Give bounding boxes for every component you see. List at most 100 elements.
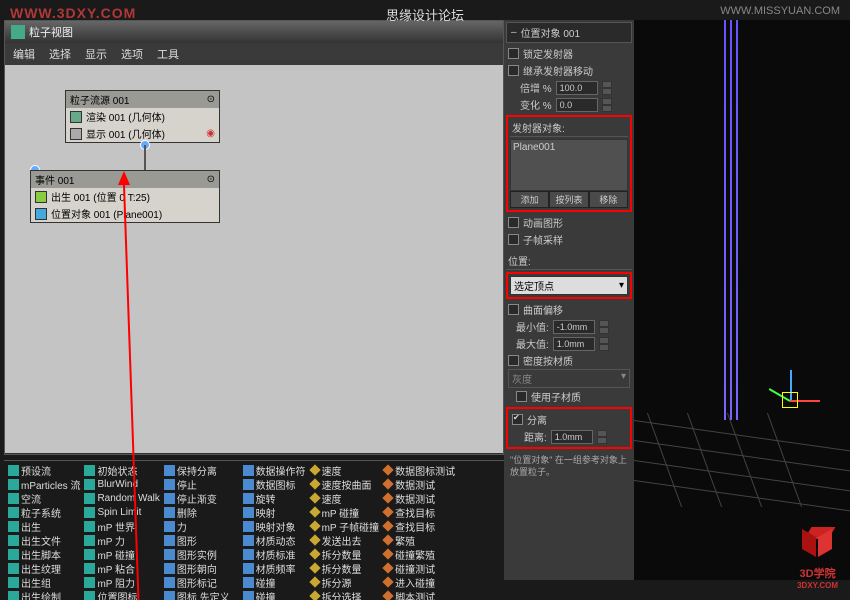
depot-item[interactable]: 材质标准 xyxy=(241,547,308,561)
depot-item[interactable]: 数据图标测试 xyxy=(381,463,457,477)
menubar[interactable]: 编辑 选择 显示 选项 工具 xyxy=(5,43,503,65)
render-operator[interactable]: 渲染 001 (几何体) xyxy=(66,108,219,125)
menu-tools[interactable]: 工具 xyxy=(157,46,179,62)
depot-item[interactable]: 粒子系统 xyxy=(6,505,82,519)
depot-item[interactable]: 出生 xyxy=(6,519,82,533)
depot-item[interactable]: mP 子帧碰撞 xyxy=(308,519,382,533)
birth-operator[interactable]: 出生 001 (位置 0 T:25) xyxy=(31,188,219,205)
operator-depot[interactable]: 预设流mParticles 流空流粒子系统出生出生文件出生脚本出生纹理出生组出生… xyxy=(4,460,504,600)
depot-item[interactable]: 力 xyxy=(162,519,241,533)
window-titlebar[interactable]: 粒子视图 xyxy=(5,21,503,43)
depot-item[interactable]: 脚本测试 xyxy=(381,589,457,600)
inherit-move-checkbox[interactable] xyxy=(508,65,519,76)
sub-sample-checkbox[interactable] xyxy=(508,234,519,245)
depot-item[interactable]: 出生组 xyxy=(6,575,82,589)
depot-item[interactable]: 速度按曲面 xyxy=(308,477,382,491)
depot-item[interactable]: 碰撞繁殖 xyxy=(381,547,457,561)
var-spinner[interactable]: 0.0 xyxy=(556,98,598,112)
depot-item[interactable]: 映射 xyxy=(241,505,308,519)
depot-item[interactable]: mP 碰撞 xyxy=(82,547,161,561)
depot-item[interactable]: 数据图标 xyxy=(241,477,308,491)
depot-item[interactable]: 出生脚本 xyxy=(6,547,82,561)
depot-item[interactable]: 数据操作符 xyxy=(241,463,308,477)
depot-item[interactable]: 删除 xyxy=(162,505,241,519)
depot-item[interactable]: 拆分源 xyxy=(308,575,382,589)
depot-item[interactable]: 图形标记 xyxy=(162,575,241,589)
use-submtl-checkbox[interactable] xyxy=(516,391,527,402)
depot-item[interactable]: 出生文件 xyxy=(6,533,82,547)
add-button[interactable]: 添加 xyxy=(510,191,549,208)
depot-item[interactable]: mP 碰撞 xyxy=(308,505,382,519)
bylist-button[interactable]: 按列表 xyxy=(549,191,588,208)
node-title[interactable]: 粒子流源 001 ⊙ xyxy=(66,91,219,108)
max-spinner[interactable]: 1.0mm xyxy=(553,337,595,351)
depot-item[interactable]: 出生绘制 xyxy=(6,589,82,600)
depot-item[interactable]: 拆分数量 xyxy=(308,561,382,575)
depot-item[interactable]: 出生纹理 xyxy=(6,561,82,575)
depot-item[interactable]: 发送出去 xyxy=(308,533,382,547)
menu-options[interactable]: 选项 xyxy=(121,46,143,62)
event-title[interactable]: 事件 001⊙ xyxy=(31,171,219,188)
depot-item[interactable]: 预设流 xyxy=(6,463,82,477)
depot-item[interactable]: BlurWind xyxy=(82,477,161,491)
density-checkbox[interactable] xyxy=(508,355,519,366)
menu-display[interactable]: 显示 xyxy=(85,46,107,62)
flow-source-node[interactable]: 粒子流源 001 ⊙ 渲染 001 (几何体) 显示 001 (几何体)◉ xyxy=(65,90,220,143)
location-dropdown[interactable]: 选定顶点▾ xyxy=(510,276,628,295)
depot-item[interactable]: 繁殖 xyxy=(381,533,457,547)
depot-item[interactable]: mP 粘合 xyxy=(82,561,161,575)
menu-select[interactable]: 选择 xyxy=(49,46,71,62)
viewport-perspective[interactable] xyxy=(634,20,850,580)
depot-item[interactable]: 材质频率 xyxy=(241,561,308,575)
depot-item[interactable]: 初始状态 xyxy=(82,463,161,477)
depot-item[interactable]: mP 阻力 xyxy=(82,575,161,589)
depot-item[interactable]: mP 世界 xyxy=(82,519,161,533)
depot-item[interactable]: 位置图标 xyxy=(82,589,161,600)
position-object-operator[interactable]: 位置对象 001 (Plane001) xyxy=(31,205,219,222)
anim-shape-checkbox[interactable] xyxy=(508,217,519,228)
depot-item[interactable]: mParticles 流 xyxy=(6,477,82,491)
depot-item[interactable]: 数据测试 xyxy=(381,477,457,491)
depot-item[interactable]: 停止 xyxy=(162,477,241,491)
depot-item[interactable]: 查找目标 xyxy=(381,519,457,533)
dist-spinner[interactable]: 1.0mm xyxy=(551,430,593,444)
emitter-listbox[interactable]: Plane001 xyxy=(510,139,628,191)
depot-item[interactable]: 速度 xyxy=(308,491,382,505)
depot-item[interactable]: mP 力 xyxy=(82,533,161,547)
event-node[interactable]: 事件 001⊙ 出生 001 (位置 0 T:25) 位置对象 001 (Pla… xyxy=(30,170,220,223)
depot-item[interactable]: 碰撞 xyxy=(241,589,308,600)
depot-item[interactable]: 图形实例 xyxy=(162,547,241,561)
depot-item[interactable]: 查找目标 xyxy=(381,505,457,519)
panel-header[interactable]: 位置对象 001 xyxy=(506,22,632,43)
depot-item[interactable]: 拆分数量 xyxy=(308,547,382,561)
depot-item[interactable]: 空流 xyxy=(6,491,82,505)
min-spinner[interactable]: -1.0mm xyxy=(553,320,595,334)
separate-checkbox[interactable] xyxy=(512,414,523,425)
depot-item[interactable]: 图标 先定义 xyxy=(162,589,241,600)
depot-item[interactable]: Random Walk xyxy=(82,491,161,505)
spinner-buttons[interactable] xyxy=(602,98,612,112)
mult-spinner[interactable]: 100.0 xyxy=(556,81,598,95)
depot-item[interactable]: 保持分离 xyxy=(162,463,241,477)
lock-emitter-checkbox[interactable] xyxy=(508,48,519,59)
remove-button[interactable]: 移除 xyxy=(589,191,628,208)
depot-item[interactable]: 映射对象 xyxy=(241,519,308,533)
depot-item[interactable]: 旋转 xyxy=(241,491,308,505)
lock-emitter-label: 锁定发射器 xyxy=(523,46,573,61)
depot-item[interactable]: 图形 xyxy=(162,533,241,547)
depot-item[interactable]: 材质动态 xyxy=(241,533,308,547)
depot-item[interactable]: 拆分选择 xyxy=(308,589,382,600)
density-dropdown[interactable]: 灰度▾ xyxy=(508,369,630,388)
depot-item[interactable]: 碰撞测试 xyxy=(381,561,457,575)
depot-item[interactable]: 停止渐变 xyxy=(162,491,241,505)
depot-item[interactable]: 图形朝向 xyxy=(162,561,241,575)
surf-offset-checkbox[interactable] xyxy=(508,304,519,315)
depot-item[interactable]: 进入碰撞 xyxy=(381,575,457,589)
depot-item[interactable]: 数据测试 xyxy=(381,491,457,505)
depot-item[interactable]: 速度 xyxy=(308,463,382,477)
depot-item[interactable]: 碰撞 xyxy=(241,575,308,589)
spinner-buttons[interactable] xyxy=(602,81,612,95)
depot-item[interactable]: Spin Limit xyxy=(82,505,161,519)
pflow-canvas[interactable]: 粒子流源 001 ⊙ 渲染 001 (几何体) 显示 001 (几何体)◉ 事件… xyxy=(5,65,503,453)
menu-edit[interactable]: 编辑 xyxy=(13,46,35,62)
